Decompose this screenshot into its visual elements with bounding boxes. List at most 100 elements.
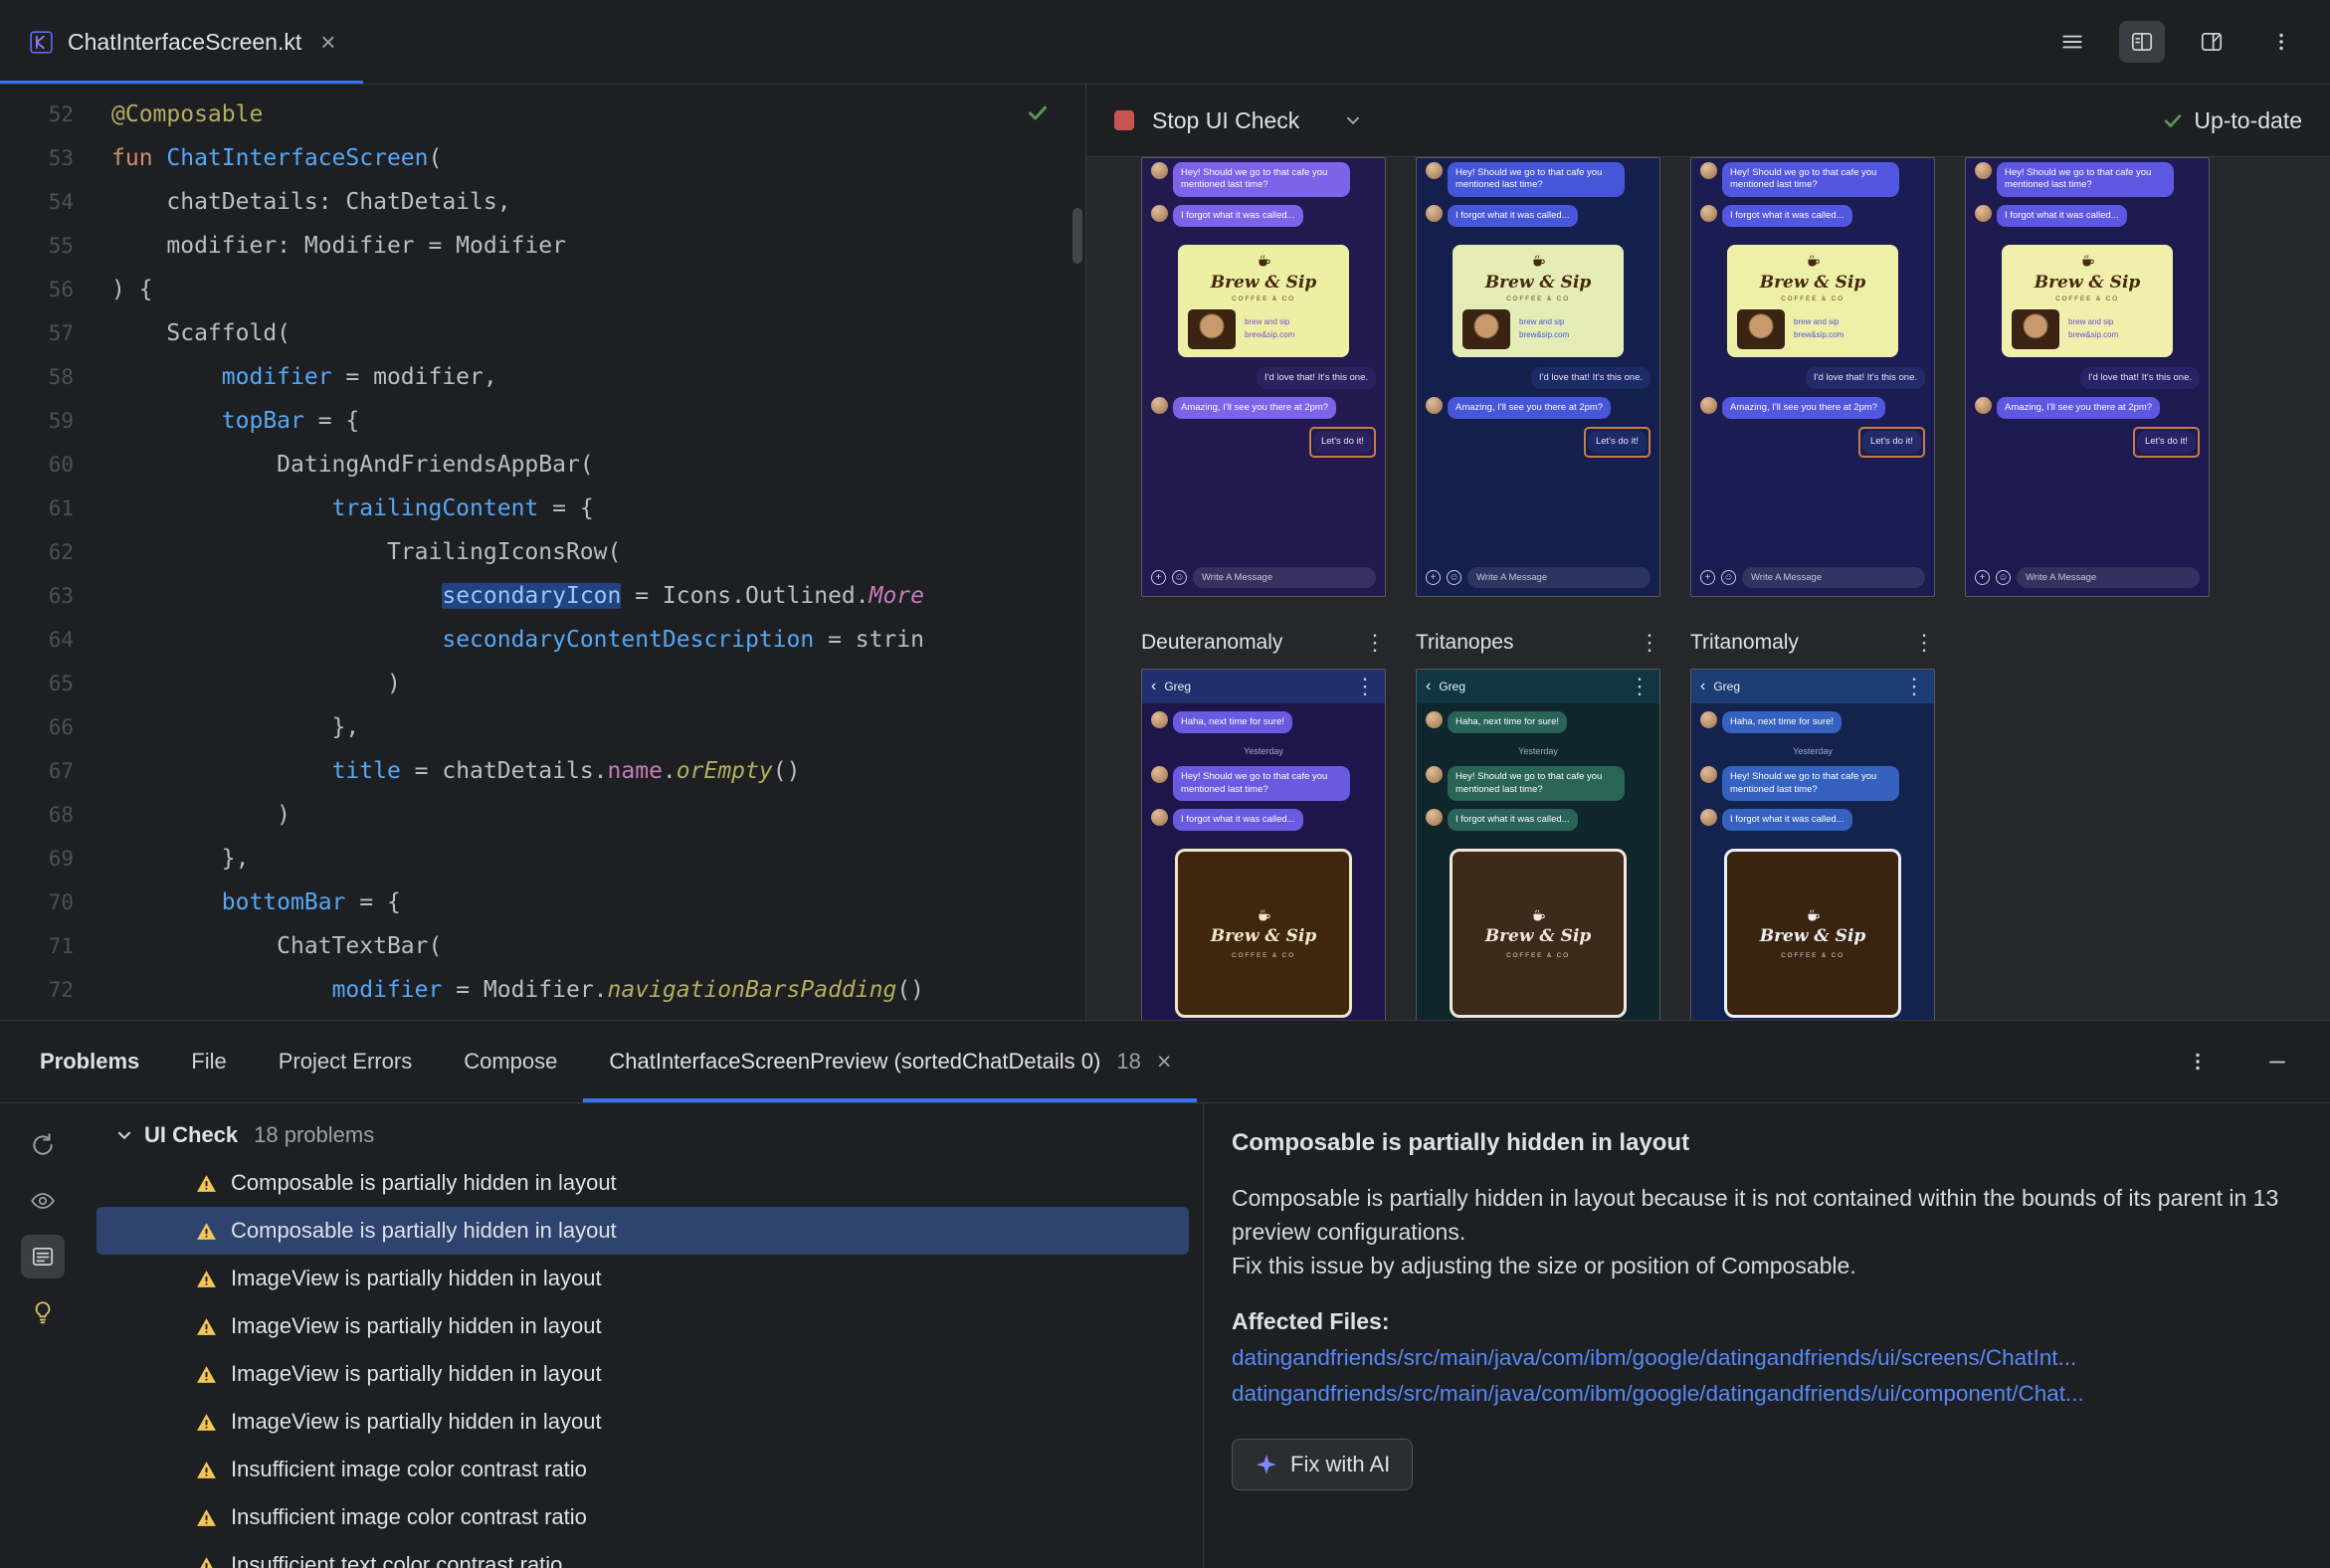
minimize-icon[interactable] (2254, 1041, 2300, 1082)
avatar (1151, 162, 1168, 179)
preview-eye-icon[interactable] (21, 1179, 65, 1223)
code-line[interactable]: 54 chatDetails: ChatDetails, (0, 180, 1085, 224)
kebab-menu-icon[interactable]: ⋮ (1629, 676, 1650, 697)
code-editor[interactable]: 52 @Composable 53 fun ChatInterfaceScreen(5… (0, 85, 1086, 1020)
back-icon[interactable]: ‹ (1426, 679, 1431, 694)
problems-group-header[interactable]: UI Check 18 problems (85, 1111, 1203, 1159)
problem-item[interactable]: ImageView is partially hidden in layout (85, 1255, 1203, 1302)
preview-phone[interactable]: Hey! Should we go to that cafe you menti… (1141, 157, 1386, 597)
tab-compose[interactable]: Compose (438, 1021, 583, 1102)
chat-bubble: I forgot what it was called... (1173, 204, 1303, 228)
code-line[interactable]: 60 DatingAndFriendsAppBar( (0, 443, 1085, 487)
code-line[interactable]: 63 secondaryIcon = Icons.Outlined.More (0, 574, 1085, 618)
stop-ui-check-button[interactable]: Stop UI Check (1152, 107, 1299, 134)
emoji-icon[interactable]: ☺ (1996, 570, 2011, 585)
add-attachment-icon[interactable]: + (1975, 570, 1990, 585)
code-line[interactable]: 58 modifier = modifier, (0, 355, 1085, 399)
chevron-down-icon[interactable] (1343, 110, 1363, 130)
kebab-menu-icon[interactable]: ⋮ (1364, 632, 1386, 654)
problem-item[interactable]: ImageView is partially hidden in layout (85, 1302, 1203, 1350)
problem-item[interactable]: ImageView is partially hidden in layout (85, 1398, 1203, 1446)
tab-project-errors[interactable]: Project Errors (253, 1021, 438, 1102)
chevron-down-icon[interactable] (114, 1125, 134, 1145)
structure-menu-icon[interactable] (2049, 21, 2095, 63)
kebab-menu-icon[interactable]: ⋮ (1913, 632, 1935, 654)
preview-phone[interactable]: Hey! Should we go to that cafe you menti… (1690, 157, 1935, 597)
tab-preview-problems[interactable]: ChatInterfaceScreenPreview (sortedChatDe… (583, 1021, 1197, 1102)
issue-highlight-box: Let's do it! (1308, 427, 1376, 458)
kebab-menu-icon[interactable]: ⋮ (1903, 676, 1925, 697)
code-line[interactable]: 69 }, (0, 837, 1085, 881)
code-line[interactable]: 73 onAddClick = {} (0, 1012, 1085, 1020)
preview-phone[interactable]: ‹ Greg ⋮ Haha, next time for sure! Yesterday… (1416, 669, 1660, 1020)
code-line[interactable]: 70 bottomBar = { (0, 881, 1085, 924)
preview-canvas[interactable]: Hey! Should we go to that cafe you menti… (1086, 157, 2330, 1020)
editor-tab[interactable]: ChatInterfaceScreen.kt × (0, 0, 363, 84)
affected-file-link[interactable]: datingandfriends/src/main/java/com/ibm/g… (1232, 1381, 2290, 1407)
code-text: secondaryContentDescription = strin (442, 627, 924, 653)
tab-close-icon[interactable]: × (320, 29, 335, 55)
fix-with-ai-button[interactable]: Fix with AI (1232, 1439, 1414, 1490)
code-line[interactable]: 71 ChatTextBar( (0, 924, 1085, 968)
add-attachment-icon[interactable]: + (1426, 570, 1441, 585)
problem-item[interactable]: Insufficient text color contrast ratio (85, 1541, 1203, 1568)
code-line[interactable]: 68 ) (0, 793, 1085, 837)
more-options-icon[interactable] (2258, 21, 2304, 63)
kebab-menu-icon[interactable]: ⋮ (1639, 632, 1660, 654)
tab-close-icon[interactable]: × (1157, 1049, 1172, 1075)
code-lines: 52 @Composable 53 fun ChatInterfaceScreen(5… (0, 93, 1085, 1020)
add-attachment-icon[interactable]: + (1151, 570, 1166, 585)
preview-phone[interactable]: Hey! Should we go to that cafe you menti… (1416, 157, 1660, 597)
build-status: Up-to-date (2162, 107, 2302, 134)
split-editor-icon[interactable] (2119, 21, 2165, 63)
inspections-ok-icon[interactable] (1026, 100, 1050, 124)
back-icon[interactable]: ‹ (1700, 679, 1705, 694)
code-line[interactable]: 65 ) (0, 662, 1085, 705)
emoji-icon[interactable]: ☺ (1447, 570, 1461, 585)
card-links: brew and sip brew&sip.com (1519, 316, 1569, 342)
write-message-input[interactable]: Write A Message (2017, 567, 2200, 588)
more-options-icon[interactable] (2175, 1041, 2221, 1082)
code-line[interactable]: 62 TrailingIconsRow( (0, 530, 1085, 574)
problem-item[interactable]: Insufficient image color contrast ratio (85, 1446, 1203, 1493)
preview-phone[interactable]: Hey! Should we go to that cafe you menti… (1965, 157, 2210, 597)
problem-item[interactable]: Composable is partially hidden in layout (85, 1159, 1203, 1207)
emoji-icon[interactable]: ☺ (1172, 570, 1187, 585)
code-line[interactable]: 61 trailingContent = { (0, 487, 1085, 530)
tab-problems[interactable]: Problems (40, 1021, 165, 1102)
quick-fix-bulb-icon[interactable] (21, 1290, 65, 1334)
coffee-photo (1462, 308, 1510, 349)
code-line[interactable]: 56) { (0, 268, 1085, 311)
warning-icon (196, 1316, 217, 1337)
line-number: 68 (48, 803, 74, 827)
code-line[interactable]: 72 modifier = Modifier.navigationBarsPad… (0, 968, 1085, 1012)
editor-scrollbar[interactable] (1072, 208, 1082, 264)
affected-file-link[interactable]: datingandfriends/src/main/java/com/ibm/g… (1232, 1345, 2290, 1371)
tab-file[interactable]: File (165, 1021, 252, 1102)
details-view-icon[interactable] (20, 1235, 65, 1278)
code-line[interactable]: 59 topBar = { (0, 399, 1085, 443)
write-message-input[interactable]: Write A Message (1742, 567, 1925, 588)
add-attachment-icon[interactable]: + (1700, 570, 1715, 585)
affected-files-heading: Affected Files: (1232, 1308, 1390, 1334)
code-line[interactable]: 67 title = chatDetails.name.orEmpty() (0, 749, 1085, 793)
code-line[interactable]: 55 modifier: Modifier = Modifier (0, 224, 1085, 268)
back-icon[interactable]: ‹ (1151, 679, 1156, 694)
preview-phone[interactable]: ‹ Greg ⋮ Haha, next time for sure! Yesterday… (1141, 669, 1386, 1020)
code-line[interactable]: 52 @Composable (0, 93, 1085, 136)
rerun-check-icon[interactable] (21, 1123, 65, 1167)
problem-item[interactable]: Composable is partially hidden in layout (97, 1207, 1189, 1255)
write-message-input[interactable]: Write A Message (1193, 567, 1376, 588)
problem-item[interactable]: ImageView is partially hidden in layout (85, 1350, 1203, 1398)
problem-item[interactable]: Insufficient image color contrast ratio (85, 1493, 1203, 1541)
code-line[interactable]: 64 secondaryContentDescription = strin (0, 618, 1085, 662)
code-line[interactable]: 57 Scaffold( (0, 311, 1085, 355)
chat-bubble: Let's do it! (1587, 431, 1647, 454)
emoji-icon[interactable]: ☺ (1721, 570, 1736, 585)
write-message-input[interactable]: Write A Message (1467, 567, 1650, 588)
kebab-menu-icon[interactable]: ⋮ (1354, 676, 1376, 697)
code-line[interactable]: 53 fun ChatInterfaceScreen( (0, 136, 1085, 180)
code-line[interactable]: 66 }, (0, 705, 1085, 749)
preview-phone[interactable]: ‹ Greg ⋮ Haha, next time for sure! Yesterday… (1690, 669, 1935, 1020)
preview-layout-icon[interactable] (2189, 21, 2234, 63)
